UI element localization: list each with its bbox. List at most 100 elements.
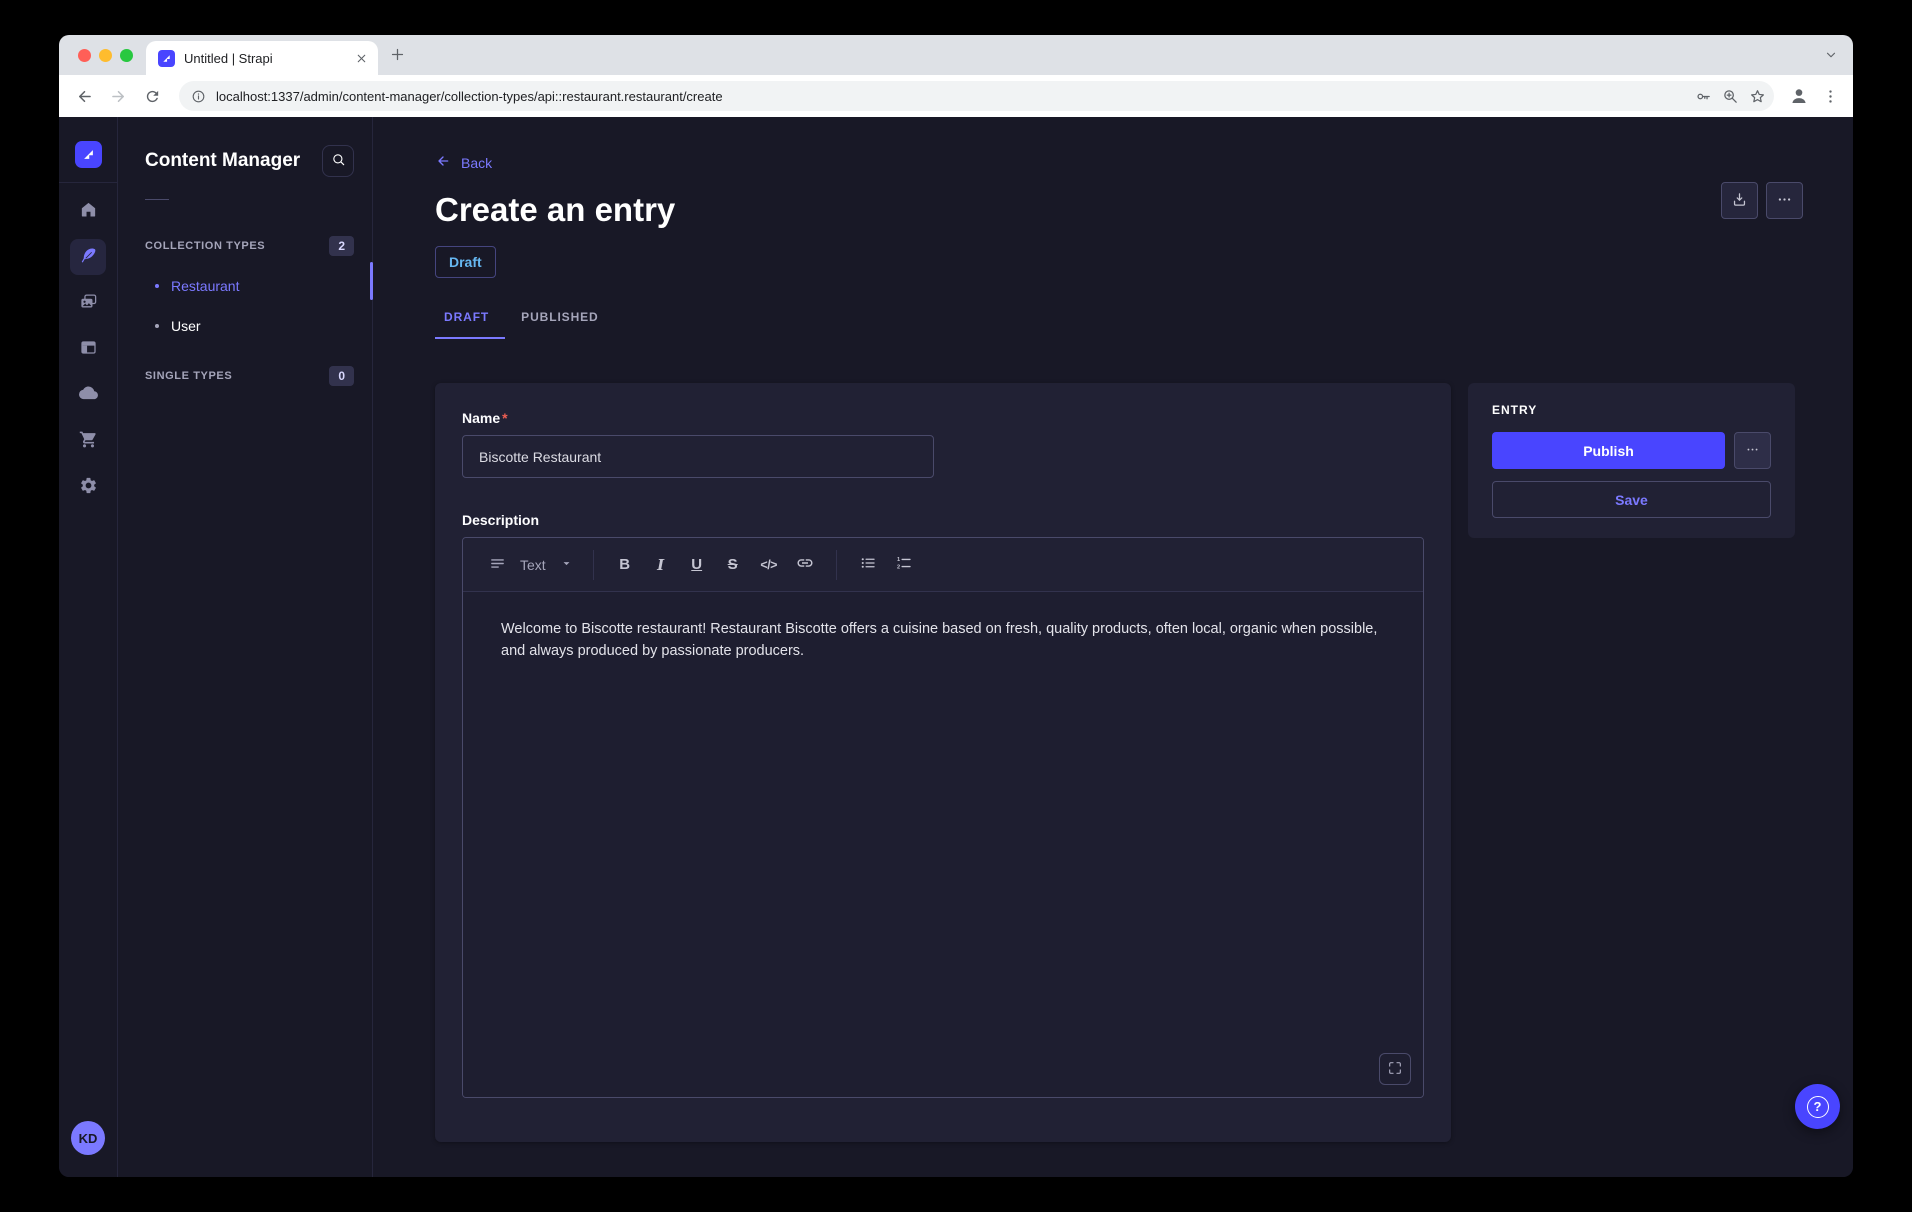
close-window-button[interactable]	[78, 49, 91, 62]
site-info-icon[interactable]	[191, 89, 206, 104]
nav-marketplace[interactable]	[70, 423, 106, 459]
expand-editor-button[interactable]	[1379, 1053, 1411, 1085]
subnav-divider	[145, 199, 169, 200]
nav-cloud[interactable]	[70, 377, 106, 413]
window-controls	[59, 49, 133, 62]
name-input[interactable]	[462, 435, 934, 478]
sidebar-item-label: Restaurant	[171, 278, 239, 294]
link-icon	[796, 554, 814, 575]
entry-panel: ENTRY Publish Save	[1468, 383, 1795, 538]
sidebar-item-restaurant[interactable]: Restaurant	[145, 266, 354, 306]
user-avatar[interactable]: KD	[71, 1121, 105, 1155]
subnav-title: Content Manager	[145, 150, 300, 172]
home-icon	[79, 200, 98, 222]
strapi-logo[interactable]	[75, 141, 102, 168]
section-label: COLLECTION TYPES	[145, 240, 265, 252]
tab-title: Untitled | Strapi	[184, 51, 346, 66]
profile-avatar-icon[interactable]	[1788, 85, 1810, 107]
browser-toolbar: localhost:1337/admin/content-manager/col…	[59, 75, 1853, 117]
nav-home[interactable]	[70, 193, 106, 229]
strapi-favicon-icon	[158, 50, 175, 67]
back-nav-icon[interactable]	[69, 81, 99, 111]
save-button[interactable]: Save	[1492, 481, 1771, 518]
status-badge: Draft	[435, 246, 496, 278]
gear-icon	[79, 476, 98, 498]
forward-nav-icon[interactable]	[103, 81, 133, 111]
tab-close-icon[interactable]	[355, 52, 368, 65]
link-button[interactable]	[790, 549, 820, 581]
nav-content-manager[interactable]	[70, 239, 106, 275]
fullscreen-icon	[1387, 1060, 1403, 1079]
editor-toolbar: Text B I U S </>	[463, 538, 1423, 592]
single-types-count-badge: 0	[329, 366, 354, 386]
question-mark-icon: ?	[1807, 1096, 1829, 1118]
chevron-down-icon	[560, 557, 573, 573]
svg-text:1: 1	[897, 557, 900, 563]
bullet-icon	[155, 324, 159, 328]
feather-icon	[79, 246, 98, 268]
cloud-icon	[78, 383, 99, 407]
zoom-icon[interactable]	[1722, 88, 1739, 105]
help-button[interactable]: ?	[1795, 1084, 1840, 1129]
images-icon	[79, 292, 98, 314]
rich-text-editor: Text B I U S </>	[462, 537, 1424, 1098]
tab-published[interactable]: PUBLISHED	[505, 300, 614, 339]
toolbar-divider	[593, 550, 594, 580]
more-dots-icon	[1745, 442, 1760, 460]
nav-media-library[interactable]	[70, 285, 106, 321]
nav-content-type-builder[interactable]	[70, 331, 106, 367]
rail-divider	[59, 182, 117, 183]
back-link[interactable]: Back	[435, 153, 492, 172]
export-button[interactable]	[1721, 182, 1758, 219]
more-dots-icon	[1776, 191, 1793, 211]
entry-form-card: Name* Description Text	[435, 383, 1451, 1142]
strapi-admin: KD Content Manager COLLECTION TYPES 2	[59, 117, 1853, 1177]
toolbar-divider	[836, 550, 837, 580]
collection-types-count-badge: 2	[329, 236, 354, 256]
block-type-select[interactable]: Text	[485, 555, 577, 575]
underline-button[interactable]: U	[682, 549, 712, 581]
layout-icon	[79, 338, 98, 360]
back-label: Back	[461, 155, 492, 171]
url-text: localhost:1337/admin/content-manager/col…	[216, 89, 723, 104]
block-type-label: Text	[520, 557, 546, 573]
maximize-window-button[interactable]	[120, 49, 133, 62]
nav-settings[interactable]	[70, 469, 106, 505]
reload-icon[interactable]	[137, 81, 167, 111]
version-tabs: DRAFT PUBLISHED	[435, 300, 1853, 339]
browser-menu-icon[interactable]	[1822, 88, 1839, 105]
tab-draft[interactable]: DRAFT	[435, 300, 505, 339]
download-icon	[1731, 191, 1748, 211]
browser-tab[interactable]: Untitled | Strapi	[146, 41, 378, 75]
sidebar-item-user[interactable]: User	[145, 306, 354, 346]
name-field-label: Name*	[462, 410, 1424, 426]
bookmark-star-icon[interactable]	[1749, 88, 1766, 105]
collection-types-section: COLLECTION TYPES 2	[145, 236, 354, 256]
sidebar-item-label: User	[171, 318, 201, 334]
bold-button[interactable]: B	[610, 549, 640, 581]
section-label: SINGLE TYPES	[145, 370, 232, 382]
header-more-button[interactable]	[1766, 182, 1803, 219]
numbered-list-button[interactable]: 12	[889, 549, 919, 581]
code-button[interactable]: </>	[754, 549, 784, 581]
italic-button[interactable]: I	[646, 549, 676, 581]
entry-more-button[interactable]	[1734, 432, 1771, 469]
search-icon	[331, 152, 346, 170]
entry-panel-title: ENTRY	[1492, 403, 1771, 417]
bullet-list-button[interactable]	[853, 549, 883, 581]
content-manager-subnav: Content Manager COLLECTION TYPES 2 Resta…	[118, 117, 373, 1177]
strikethrough-button[interactable]: S	[718, 549, 748, 581]
password-key-icon[interactable]	[1695, 88, 1712, 105]
address-bar[interactable]: localhost:1337/admin/content-manager/col…	[179, 81, 1774, 111]
search-button[interactable]	[322, 145, 354, 177]
browser-window: Untitled | Strapi localhost:1337/admin/c…	[59, 35, 1853, 1177]
page-title: Create an entry	[435, 190, 1853, 230]
main-content: Back Create an entry Draft DRAFT PUBLISH…	[373, 117, 1853, 1177]
tab-search-chevron-icon[interactable]	[1824, 48, 1838, 62]
editor-content-area[interactable]: Welcome to Biscotte restaurant! Restaura…	[463, 592, 1423, 1097]
description-text: Welcome to Biscotte restaurant! Restaura…	[501, 618, 1385, 662]
minimize-window-button[interactable]	[99, 49, 112, 62]
new-tab-button[interactable]	[389, 46, 406, 63]
publish-button[interactable]: Publish	[1492, 432, 1725, 469]
numbered-list-icon: 12	[895, 554, 913, 575]
